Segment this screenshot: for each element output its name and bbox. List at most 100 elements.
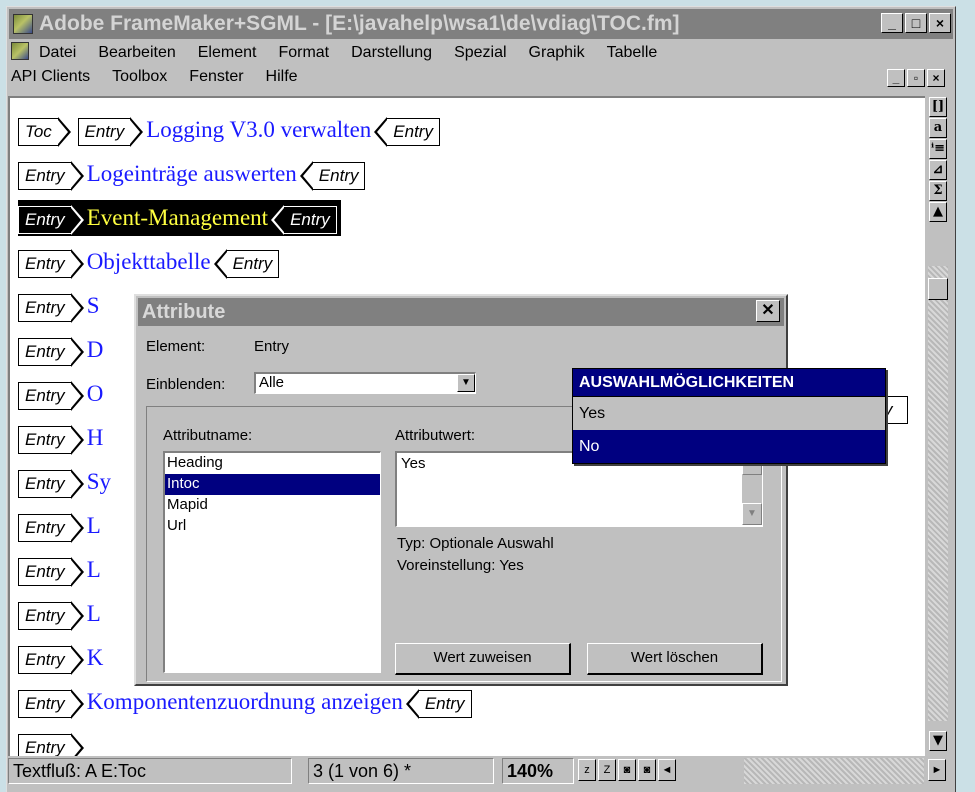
- toc-line-9[interactable]: Entry Sy: [18, 464, 113, 500]
- entry-start-tag[interactable]: Entry: [18, 248, 84, 279]
- menu-format[interactable]: Format: [278, 41, 329, 65]
- entry-text[interactable]: Event-Management: [87, 205, 268, 230]
- toc-line-10[interactable]: Entry L: [18, 508, 103, 544]
- entry-end-tag[interactable]: Entry: [405, 688, 472, 719]
- toc-line-8[interactable]: Entry H: [18, 420, 105, 456]
- toc-line-15-partial[interactable]: Entry: [18, 728, 85, 756]
- paragraph-catalog-icon[interactable]: a: [929, 118, 947, 138]
- doc-minimize-button[interactable]: _: [887, 69, 905, 87]
- toc-line-11[interactable]: Entry L: [18, 552, 103, 588]
- toc-line-2[interactable]: Entry Logeinträge auswerten Entry: [18, 156, 366, 192]
- toc-start-tag[interactable]: Toc: [18, 116, 71, 147]
- zoom-level[interactable]: 140%: [502, 758, 574, 784]
- entry-end-tag[interactable]: Entry: [299, 160, 366, 191]
- entry-text[interactable]: K: [87, 645, 104, 670]
- horizontal-scroll-track[interactable]: [744, 758, 924, 784]
- menu-spezial[interactable]: Spezial: [454, 41, 506, 65]
- entry-start-tag[interactable]: Entry: [18, 600, 84, 631]
- document-icon[interactable]: [11, 42, 29, 60]
- menu-fenster[interactable]: Fenster: [189, 65, 243, 89]
- entry-text[interactable]: H: [87, 425, 104, 450]
- menu-tabelle[interactable]: Tabelle: [607, 41, 658, 65]
- framemaker-app-icon[interactable]: [13, 14, 33, 34]
- entry-start-tag[interactable]: Entry: [18, 512, 84, 543]
- list-item[interactable]: Heading: [165, 453, 380, 474]
- menu-bearbeiten[interactable]: Bearbeiten: [98, 41, 175, 65]
- entry-start-tag[interactable]: Entry: [18, 688, 84, 719]
- entry-text[interactable]: Objekttabelle: [87, 249, 211, 274]
- menu-element[interactable]: Element: [198, 41, 257, 65]
- menu-toolbox[interactable]: Toolbox: [112, 65, 167, 89]
- doc-restore-button[interactable]: ▫: [907, 69, 925, 87]
- toc-line-1[interactable]: Toc Entry Logging V3.0 verwalten Entry: [18, 112, 440, 148]
- menu-datei[interactable]: Datei: [39, 41, 76, 65]
- list-item[interactable]: Url: [165, 516, 380, 537]
- next-page-button[interactable]: ◙: [638, 759, 656, 781]
- toc-line-5[interactable]: Entry S: [18, 288, 101, 324]
- prev-page-button[interactable]: ◙: [618, 759, 636, 781]
- entry-start-tag[interactable]: Entry: [77, 116, 143, 147]
- toc-line-7[interactable]: Entry O: [18, 376, 105, 412]
- entry-text[interactable]: Sy: [87, 469, 111, 494]
- tools-icon[interactable]: ⊿: [929, 160, 947, 180]
- close-button[interactable]: ×: [929, 13, 951, 33]
- toc-line-3-selected[interactable]: Entry Event-Management Entry: [18, 200, 341, 236]
- entry-text[interactable]: L: [87, 601, 101, 626]
- entry-text[interactable]: Komponentenzuordnung anzeigen: [87, 689, 403, 714]
- entry-start-tag[interactable]: Entry: [18, 292, 84, 323]
- entry-end-tag[interactable]: Entry: [374, 116, 440, 147]
- chevron-down-icon[interactable]: ▼: [457, 374, 475, 392]
- entry-text[interactable]: S: [87, 293, 100, 318]
- toc-line-13[interactable]: Entry K: [18, 640, 105, 676]
- list-item-selected[interactable]: Intoc: [165, 474, 380, 495]
- title-bar[interactable]: Adobe FrameMaker+SGML - [E:\javahelp\wsa…: [9, 9, 953, 39]
- entry-start-tag[interactable]: Entry: [18, 732, 84, 756]
- menu-graphik[interactable]: Graphik: [529, 41, 585, 65]
- attribute-name-list[interactable]: Heading Intoc Mapid Url: [163, 451, 381, 673]
- zoom-in-button[interactable]: Z: [598, 759, 616, 781]
- entry-start-tag[interactable]: Entry: [18, 336, 84, 367]
- scroll-right-arrow-icon[interactable]: ►: [928, 759, 946, 781]
- delete-value-button[interactable]: Wert löschen: [587, 643, 763, 675]
- entry-end-tag[interactable]: Entry: [271, 204, 337, 235]
- show-dropdown[interactable]: Alle ▼: [254, 372, 476, 394]
- menu-api-clients[interactable]: API Clients: [11, 65, 90, 89]
- list-item[interactable]: Mapid: [165, 495, 380, 516]
- choice-option-yes[interactable]: Yes: [573, 397, 885, 430]
- entry-text[interactable]: O: [87, 381, 104, 406]
- dialog-title-bar[interactable]: Attribute: [138, 298, 784, 326]
- menu-darstellung[interactable]: Darstellung: [351, 41, 432, 65]
- equations-icon[interactable]: Σ: [929, 181, 947, 201]
- menu-hilfe[interactable]: Hilfe: [266, 65, 298, 89]
- entry-text[interactable]: Logeinträge auswerten: [87, 161, 297, 186]
- maximize-button[interactable]: □: [905, 13, 927, 33]
- entry-text[interactable]: L: [87, 513, 101, 538]
- dialog-close-button[interactable]: ✕: [756, 300, 780, 322]
- entry-start-tag[interactable]: Entry: [18, 468, 84, 499]
- entry-end-tag[interactable]: Entry: [213, 248, 280, 279]
- scroll-down-arrow-icon[interactable]: ▼: [929, 731, 947, 751]
- entry-start-tag[interactable]: Entry: [18, 380, 84, 411]
- entry-start-tag[interactable]: Entry: [18, 160, 84, 191]
- entry-start-tag[interactable]: Entry: [18, 424, 84, 455]
- vertical-scroll-thumb[interactable]: [928, 278, 948, 300]
- scroll-up-arrow-icon[interactable]: ▲: [929, 202, 947, 222]
- element-catalog-icon[interactable]: []: [929, 97, 947, 117]
- entry-text[interactable]: D: [87, 337, 104, 362]
- vertical-scroll-track[interactable]: [928, 266, 948, 721]
- doc-close-button[interactable]: ×: [927, 69, 945, 87]
- minimize-button[interactable]: _: [881, 13, 903, 33]
- assign-value-button[interactable]: Wert zuweisen: [395, 643, 571, 675]
- toc-line-14[interactable]: Entry Komponentenzuordnung anzeigen Entry: [18, 684, 472, 720]
- toc-line-12[interactable]: Entry L: [18, 596, 103, 632]
- scroll-left-arrow-icon[interactable]: ◄: [658, 759, 676, 781]
- toc-line-4[interactable]: Entry Objekttabelle Entry: [18, 244, 280, 280]
- entry-text[interactable]: Logging V3.0 verwalten: [146, 117, 371, 142]
- entry-start-tag[interactable]: Entry: [18, 556, 84, 587]
- entry-start-tag[interactable]: Entry: [18, 644, 84, 675]
- choice-option-no[interactable]: No: [573, 430, 885, 463]
- zoom-out-button[interactable]: z: [578, 759, 596, 781]
- scroll-down-arrow-icon[interactable]: ▼: [742, 503, 762, 525]
- entry-text[interactable]: L: [87, 557, 101, 582]
- structure-view-icon[interactable]: ⁱ≡: [929, 139, 947, 159]
